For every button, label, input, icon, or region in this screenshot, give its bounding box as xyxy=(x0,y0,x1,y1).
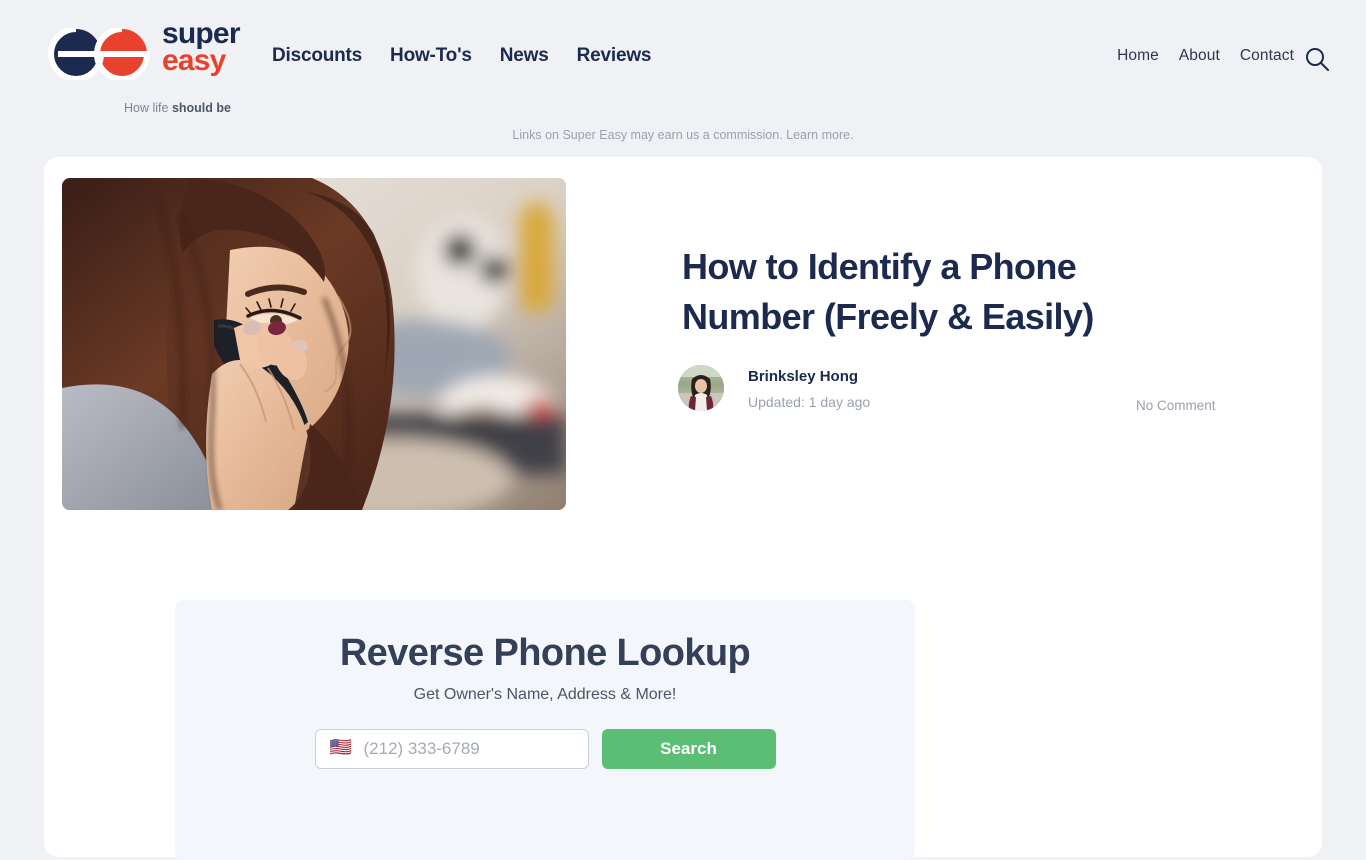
us-flag-icon[interactable]: 🇺🇸 xyxy=(330,738,352,756)
author-name[interactable]: Brinksley Hong xyxy=(748,368,858,385)
nav-item-news[interactable]: News xyxy=(500,45,549,67)
article-updated-date: Updated: 1 day ago xyxy=(748,394,871,410)
phone-field-wrapper[interactable]: 🇺🇸 xyxy=(314,729,589,769)
author-avatar xyxy=(678,365,724,411)
nav-item-contact[interactable]: Contact xyxy=(1240,47,1294,65)
logo-word-easy: easy xyxy=(162,43,226,77)
article-card: How to Identify a Phone Number (Freely &… xyxy=(44,157,1322,860)
site-header: super easy How life should be Discounts … xyxy=(0,0,1366,117)
nav-item-home[interactable]: Home xyxy=(1117,47,1159,65)
affiliate-disclaimer: Links on Super Easy may earn us a commis… xyxy=(512,128,854,142)
logo-tagline: How life should be xyxy=(124,101,231,115)
lookup-form: 🇺🇸 Search xyxy=(175,729,915,769)
nav-item-reviews[interactable]: Reviews xyxy=(577,45,652,67)
nav-item-discounts[interactable]: Discounts xyxy=(272,45,362,67)
super-easy-logo-icon xyxy=(44,26,156,85)
nav-item-about[interactable]: About xyxy=(1179,47,1220,65)
search-icon[interactable] xyxy=(1304,46,1330,72)
primary-navigation: Discounts How-To's News Reviews xyxy=(272,45,651,67)
lookup-subtitle: Get Owner's Name, Address & More! xyxy=(413,686,677,703)
lookup-search-button[interactable]: Search xyxy=(601,729,776,769)
logo-wordmark: super easy xyxy=(162,17,241,77)
article-title: How to Identify a Phone Number (Freely &… xyxy=(682,246,1094,337)
logo-word-super: super xyxy=(162,17,241,50)
tagline-prefix: How life xyxy=(124,101,172,115)
lookup-title: Reverse Phone Lookup xyxy=(339,632,751,674)
tagline-strong: should be xyxy=(171,101,231,115)
phone-number-input[interactable] xyxy=(363,730,584,768)
reverse-phone-lookup-widget: Reverse Phone Lookup Get Owner's Name, A… xyxy=(175,600,915,860)
comment-count[interactable]: No Comment xyxy=(1136,398,1216,413)
site-logo[interactable]: super easy How life should be xyxy=(44,17,304,115)
nav-item-how-tos[interactable]: How-To's xyxy=(390,45,472,67)
secondary-navigation: Home About Contact xyxy=(1117,47,1294,65)
article-hero-image xyxy=(62,178,566,510)
